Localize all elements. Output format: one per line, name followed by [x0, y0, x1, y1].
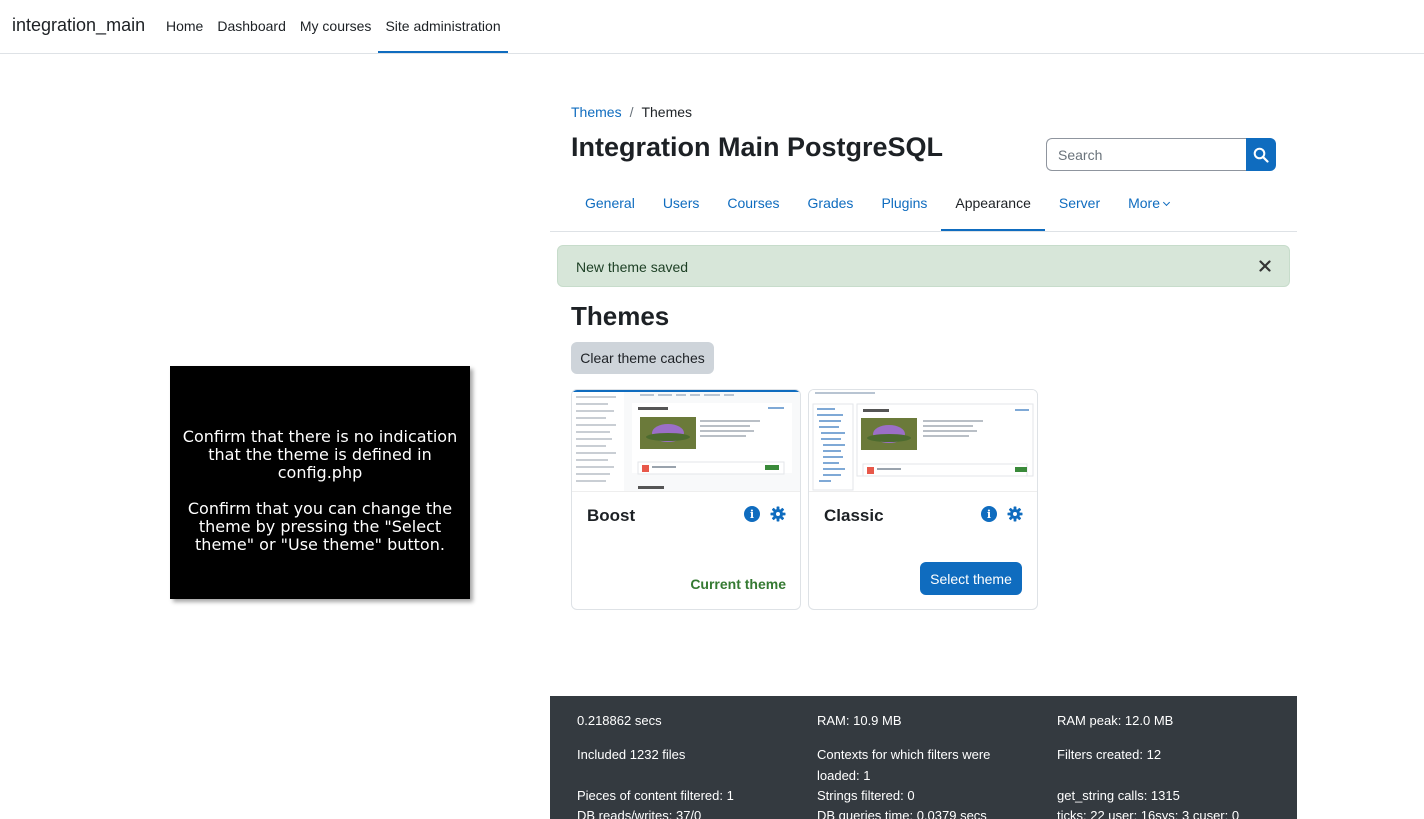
perf-db-queries-time: DB queries time: 0.0379 secs	[817, 808, 987, 819]
theme-screenshot-graphic	[572, 390, 800, 491]
theme-name: Classic	[824, 506, 884, 525]
perf-get-string-calls: get_string calls: 1315	[1057, 788, 1180, 803]
nav-my-courses[interactable]: My courses	[293, 0, 379, 53]
breadcrumb-separator: /	[629, 104, 634, 120]
gear-icon[interactable]	[1007, 506, 1023, 522]
note-paragraph: Confirm that you can change the theme by…	[187, 499, 453, 554]
perf-strings-filtered: Strings filtered: 0	[817, 788, 915, 803]
primary-navigation: Home Dashboard My courses Site administr…	[159, 0, 508, 54]
tab-more[interactable]: More	[1114, 184, 1183, 231]
current-theme-label: Current theme	[690, 576, 786, 592]
tab-users[interactable]: Users	[649, 184, 714, 231]
top-navbar: integration_main Home Dashboard My cours…	[0, 0, 1424, 54]
perf-db-reads-writes: DB reads/writes: 37/0	[577, 808, 702, 819]
alert-message: New theme saved	[576, 259, 689, 275]
clear-theme-caches-button[interactable]: Clear theme caches	[571, 342, 714, 374]
theme-card-boost: Boost i Current theme	[571, 389, 801, 610]
tab-general[interactable]: General	[571, 184, 649, 231]
close-icon[interactable]	[1258, 259, 1272, 273]
search-input[interactable]	[1046, 138, 1246, 171]
tab-grades[interactable]: Grades	[794, 184, 868, 231]
info-icon[interactable]: i	[744, 506, 760, 522]
nav-home[interactable]: Home	[159, 0, 210, 53]
chevron-down-icon	[1162, 198, 1171, 207]
breadcrumb-current: Themes	[641, 104, 693, 120]
tab-courses[interactable]: Courses	[713, 184, 793, 231]
info-icon[interactable]: i	[981, 506, 997, 522]
search-icon	[1253, 147, 1269, 163]
select-theme-button[interactable]: Select theme	[920, 562, 1022, 595]
theme-card-actions: i	[981, 506, 1023, 522]
success-alert: New theme saved	[557, 245, 1290, 287]
search-form	[1046, 138, 1276, 171]
perf-contexts-filters: Contexts for which filters were loaded: …	[817, 747, 991, 783]
breadcrumb: Themes / Themes	[571, 104, 692, 120]
theme-name: Boost	[587, 506, 636, 525]
site-brand[interactable]: integration_main	[12, 15, 145, 36]
theme-preview-image	[809, 390, 1037, 492]
performance-footer: 0.218862 secs Included 1232 files Pieces…	[550, 696, 1297, 819]
perf-ram: RAM: 10.9 MB	[817, 713, 902, 728]
test-instruction-note: Confirm that there is no indication that…	[170, 366, 470, 599]
tab-appearance[interactable]: Appearance	[941, 184, 1045, 231]
page-title: Integration Main PostgreSQL	[571, 132, 944, 162]
tab-server[interactable]: Server	[1045, 184, 1114, 231]
perf-content-filtered: Pieces of content filtered: 1	[577, 788, 734, 803]
breadcrumb-link-themes[interactable]: Themes	[571, 104, 622, 120]
perf-time: 0.218862 secs	[577, 713, 662, 728]
secondary-navigation: General Users Courses Grades Plugins App…	[550, 184, 1297, 232]
perf-included-files: Included 1232 files	[577, 747, 686, 762]
tab-more-label: More	[1128, 195, 1161, 211]
tab-plugins[interactable]: Plugins	[867, 184, 941, 231]
perf-ticks: ticks: 22 user: 16sys: 3 cuser: 0	[1057, 808, 1240, 819]
theme-preview-image	[572, 390, 800, 492]
theme-card-actions: i	[744, 506, 786, 522]
section-title: Themes	[571, 301, 670, 331]
perf-ram-peak: RAM peak: 12.0 MB	[1057, 713, 1174, 728]
search-button[interactable]	[1246, 138, 1276, 171]
gear-icon[interactable]	[770, 506, 786, 522]
theme-screenshot-graphic	[809, 390, 1037, 491]
theme-card-classic: Classic i Select theme	[808, 389, 1038, 610]
nav-site-administration[interactable]: Site administration	[378, 0, 508, 53]
perf-filters-created: Filters created: 12	[1057, 747, 1162, 762]
nav-dashboard[interactable]: Dashboard	[210, 0, 293, 53]
note-paragraph: Confirm that there is no indication that…	[182, 427, 458, 482]
